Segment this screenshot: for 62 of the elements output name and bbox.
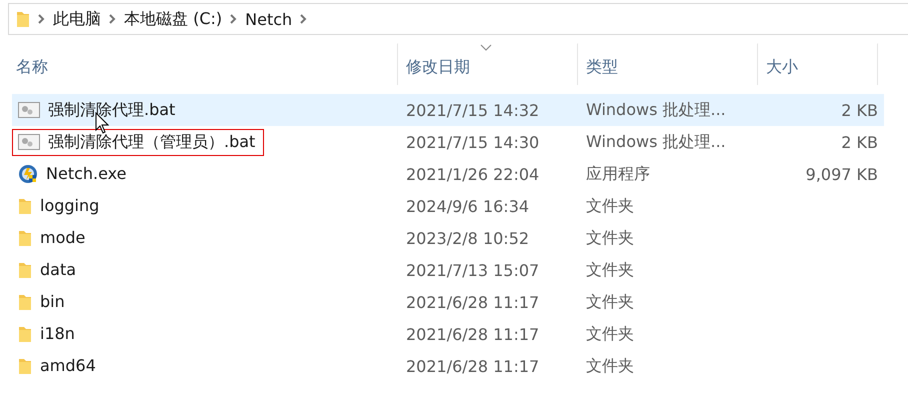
file-type: 文件夹 xyxy=(586,324,634,342)
file-row[interactable]: logging 2024/9/6 16:34 文件夹 xyxy=(12,190,884,222)
column-header[interactable]: 类型 xyxy=(578,43,758,85)
folder-icon xyxy=(18,292,32,311)
file-type: Windows 批处理... xyxy=(586,100,726,118)
modified-date: 2021/6/28 11:17 xyxy=(406,356,540,376)
folder-icon xyxy=(18,324,32,343)
chevron-icon xyxy=(38,14,45,24)
file-type: 文件夹 xyxy=(586,260,634,278)
file-name: 强制清除代理.bat xyxy=(48,100,176,120)
folder-icon xyxy=(16,10,30,28)
breadcrumb-item[interactable]: Netch xyxy=(245,10,292,28)
column-header[interactable]: 大小 xyxy=(758,43,878,85)
file-row[interactable]: Netch.exe 2021/1/26 22:04 应用程序 9,097 KB xyxy=(12,158,884,190)
chevron-icon xyxy=(109,14,116,24)
breadcrumb-item[interactable]: 本地磁盘 (C:) xyxy=(124,8,222,30)
chevron-icon xyxy=(300,14,308,24)
modified-date: 2021/7/15 14:30 xyxy=(406,132,540,152)
file-row[interactable]: data 2021/7/13 15:07 文件夹 xyxy=(12,254,884,286)
modified-date: 2021/6/28 11:17 xyxy=(406,324,540,344)
file-size: 9,097 KB xyxy=(806,164,878,184)
gears-icon xyxy=(18,102,40,118)
file-row[interactable]: i18n 2021/6/28 11:17 文件夹 xyxy=(12,318,884,350)
file-type: Windows 批处理... xyxy=(586,132,726,150)
modified-date: 2021/7/15 14:32 xyxy=(406,100,540,120)
column-header[interactable]: 名称 xyxy=(0,43,398,85)
address-bar[interactable]: 此电脑 本地磁盘 (C:) Netch xyxy=(8,3,908,35)
chevron-icon xyxy=(230,14,238,24)
folder-icon xyxy=(18,196,32,215)
sort-caret-icon xyxy=(480,44,492,51)
app-icon xyxy=(18,164,38,184)
file-name: logging xyxy=(40,196,100,216)
breadcrumb-item[interactable]: 此电脑 xyxy=(53,8,101,30)
file-row[interactable]: 强制清除代理（管理员）.bat 2021/7/15 14:30 Windows 批处理... 2 KB xyxy=(12,126,884,158)
file-size: 2 KB xyxy=(841,100,878,120)
file-row[interactable]: bin 2021/6/28 11:17 文件夹 xyxy=(12,286,884,318)
file-row[interactable]: 强制清除代理.bat 2021/7/15 14:32 Windows 批处理... 2 KB xyxy=(12,94,884,126)
folder-icon xyxy=(18,260,32,279)
folder-icon xyxy=(18,228,32,247)
file-name: Netch.exe xyxy=(46,164,126,183)
modified-date: 2024/9/6 16:34 xyxy=(406,196,530,216)
file-type: 文件夹 xyxy=(586,228,634,246)
file-name: bin xyxy=(40,292,65,312)
file-name: 强制清除代理（管理员）.bat xyxy=(48,132,256,152)
gears-icon xyxy=(18,134,40,150)
file-name: data xyxy=(40,260,76,280)
folder-icon xyxy=(18,356,32,375)
modified-date: 2023/2/8 10:52 xyxy=(406,228,530,248)
file-row[interactable]: mode 2023/2/8 10:52 文件夹 xyxy=(12,222,884,254)
file-type: 文件夹 xyxy=(586,356,634,374)
file-name: amd64 xyxy=(40,356,96,376)
file-name: mode xyxy=(40,228,86,248)
file-name: i18n xyxy=(40,324,75,344)
file-type: 文件夹 xyxy=(586,196,634,214)
file-type: 文件夹 xyxy=(586,292,634,310)
column-header[interactable]: 修改日期 xyxy=(398,43,578,85)
file-row[interactable]: amd64 2021/6/28 11:17 文件夹 xyxy=(12,350,884,382)
file-size: 2 KB xyxy=(841,132,878,152)
modified-date: 2021/7/13 15:07 xyxy=(406,260,540,280)
modified-date: 2021/1/26 22:04 xyxy=(406,164,540,184)
file-type: 应用程序 xyxy=(586,164,650,182)
modified-date: 2021/6/28 11:17 xyxy=(406,292,540,312)
